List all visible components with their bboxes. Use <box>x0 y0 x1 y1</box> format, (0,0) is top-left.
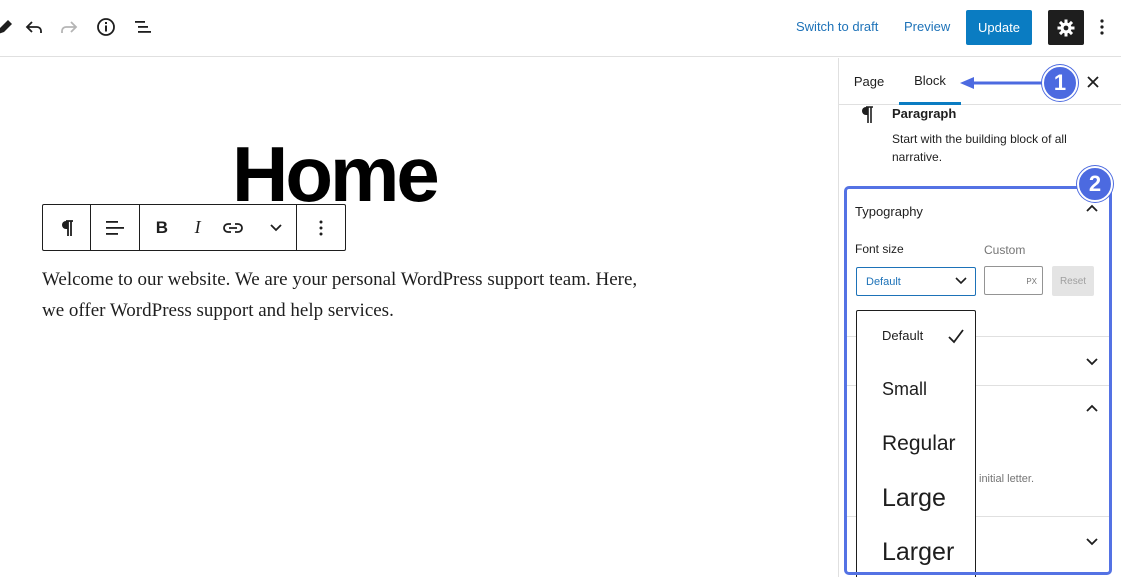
page-title[interactable]: Home <box>232 134 440 214</box>
settings-button[interactable] <box>1048 10 1084 45</box>
block-type-button[interactable] <box>43 205 90 250</box>
paragraph-icon <box>61 219 73 236</box>
block-options-button[interactable] <box>297 205 345 250</box>
align-group <box>91 205 140 250</box>
bold-icon: B <box>155 217 168 237</box>
italic-icon: I <box>194 217 201 237</box>
info-icon[interactable] <box>93 14 119 40</box>
more-formats-button[interactable] <box>255 205 296 250</box>
close-sidebar-button[interactable] <box>1081 70 1105 94</box>
switch-to-draft-button[interactable]: Switch to draft <box>796 19 878 34</box>
link-button[interactable] <box>212 205 256 250</box>
block-description: Start with the building block of all nar… <box>892 132 1067 164</box>
block-toolbar: B I <box>42 204 346 251</box>
annotation-callout-1: 1 <box>1042 65 1078 101</box>
undo-icon[interactable] <box>21 14 47 40</box>
chevron-down-icon <box>269 223 282 231</box>
tab-block[interactable]: Block <box>899 58 961 105</box>
gear-icon <box>1057 19 1075 36</box>
block-options-group <box>297 205 345 250</box>
settings-sidebar: Page Block Paragraph Start with the buil… <box>838 58 1121 577</box>
format-group: B I <box>140 205 297 250</box>
preview-button[interactable]: Preview <box>904 19 950 34</box>
update-button[interactable]: Update <box>966 10 1032 45</box>
close-icon <box>1087 76 1099 88</box>
link-icon <box>223 222 244 233</box>
tab-page[interactable]: Page <box>853 58 885 105</box>
editor-canvas: Home B I Welcome to our website. We are … <box>0 58 838 577</box>
align-left-icon <box>106 220 124 235</box>
annotation-arrow <box>960 77 1044 89</box>
block-type-group <box>43 205 91 250</box>
italic-button[interactable]: I <box>184 205 212 250</box>
paragraph-block[interactable]: Welcome to our website. We are your pers… <box>42 264 662 326</box>
list-view-icon[interactable] <box>130 14 156 40</box>
annotation-highlight-box <box>844 186 1112 575</box>
editor-header: Switch to draft Preview Update <box>0 0 1121 57</box>
annotation-callout-2: 2 <box>1077 166 1113 202</box>
more-vertical-icon <box>319 220 323 235</box>
pencil-icon[interactable] <box>0 14 18 40</box>
paragraph-icon <box>862 106 873 123</box>
options-button[interactable] <box>1092 14 1112 40</box>
redo-icon[interactable] <box>56 14 82 40</box>
bold-button[interactable]: B <box>140 205 184 250</box>
block-name: Paragraph <box>892 106 957 121</box>
more-vertical-icon <box>1100 19 1104 35</box>
align-button[interactable] <box>91 205 139 250</box>
